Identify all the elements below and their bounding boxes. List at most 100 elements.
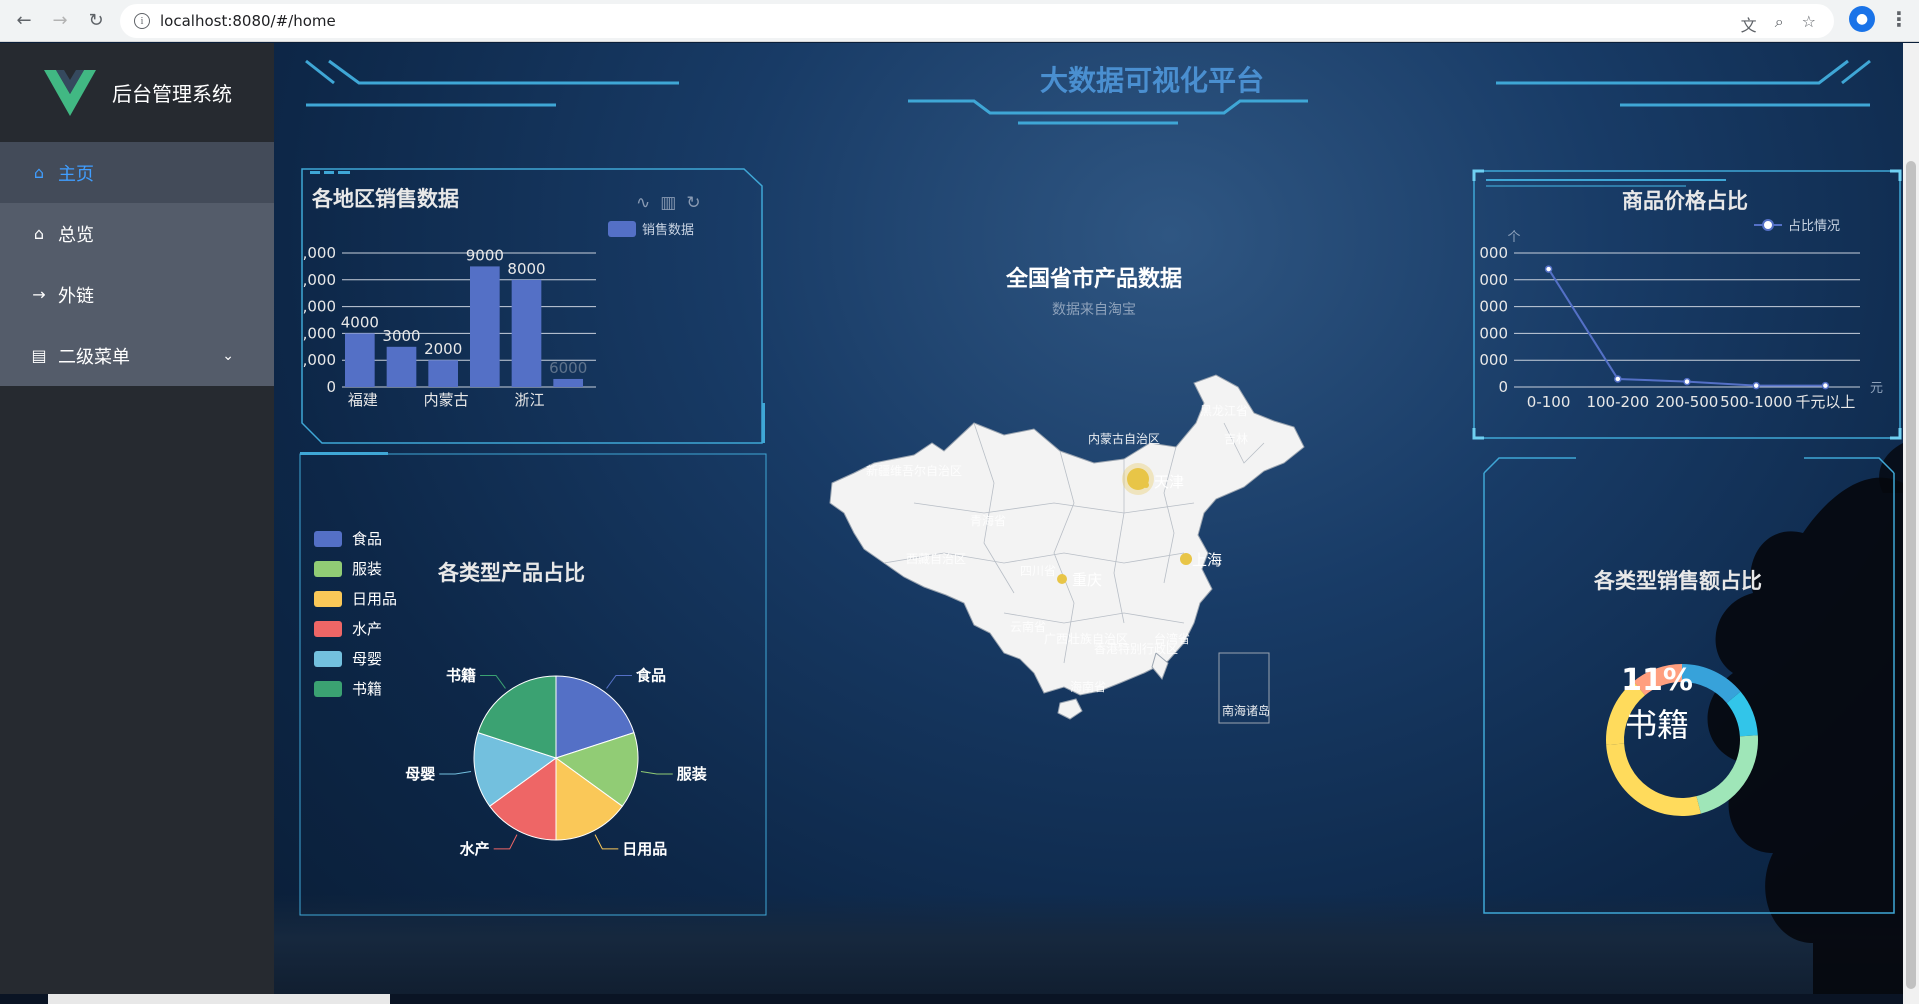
pie-legend-label: 食品 [352, 530, 383, 548]
map-province-label: 香港特别行政区 [1094, 641, 1178, 656]
bar-data-label: 3000 [382, 327, 420, 345]
line-y-tick-label: 4,000 [1478, 271, 1508, 289]
menu-item-home[interactable]: ⌂ 主页 [0, 142, 274, 203]
pie-slice-label: 食品 [636, 666, 666, 684]
line-x-tick-label: 千元以上 [1795, 393, 1855, 411]
pie-legend-item[interactable]: 食品 [314, 528, 382, 549]
map-subtitle: 数据来自淘宝 [1052, 302, 1136, 318]
map-province-label: 吉林 [1224, 432, 1248, 446]
pie-legend-item[interactable]: 服装 [314, 558, 382, 579]
pie-legend-item[interactable]: 日用品 [314, 588, 397, 609]
bar-data-label: 9000 [466, 246, 504, 264]
pie-chart-title: 各类型产品占比 [438, 561, 585, 585]
map-province-label: 四川省 [1020, 564, 1056, 578]
horizontal-scrollbar-thumb[interactable] [48, 994, 390, 1004]
brand: 后台管理系统 [0, 43, 274, 142]
translate-icon[interactable]: 文 [1741, 12, 1757, 36]
site-info-icon[interactable]: i [134, 13, 150, 29]
browser-toolbar: ← → ↻ i localhost:8080/#/home 文 ⌕ ☆ ● ⋮ [0, 0, 1919, 42]
scrollbar-thumb[interactable] [1906, 161, 1916, 989]
pie-slice-label: 母婴 [405, 765, 435, 783]
line-point [1544, 265, 1553, 273]
pie-slice-label: 书籍 [446, 666, 476, 684]
pie-legend-swatch [314, 530, 342, 547]
donut-slice [1696, 735, 1758, 814]
line-x-tick-label: 500-1000 [1720, 393, 1792, 411]
pie-chart: 食品服装日用品 水产 母婴 书籍 [405, 666, 708, 857]
map-province-label: 黑龙江省 [1200, 404, 1248, 418]
map-province-label: 新疆维吾尔自治区 [866, 463, 962, 478]
pie-label-line [439, 770, 472, 775]
line-y-tick-label: 3,000 [1478, 298, 1508, 316]
bar-mark [428, 360, 458, 387]
bar-mark [511, 279, 542, 387]
map-title: 全国省市产品数据 [1005, 267, 1182, 292]
pie-legend-swatch [314, 590, 342, 607]
address-bar[interactable]: i localhost:8080/#/home 文 ⌕ ☆ [120, 4, 1834, 38]
map-city-label: 重庆 [1072, 571, 1102, 589]
page-title: 大数据可视化平台 [1039, 64, 1264, 97]
menu-item-label: 总览 [58, 224, 94, 246]
line-chart-title: 商品价格占比 [1622, 189, 1748, 213]
line-point [1614, 375, 1622, 383]
bar-y-tick-label: 10,000 [302, 244, 336, 262]
brand-title: 后台管理系统 [112, 82, 232, 106]
bar-chart: 0 2,000 4,000 6,000 8,000 10,000 400030002000 9… [302, 244, 596, 409]
reload-button[interactable]: ↻ [80, 5, 112, 37]
line-y-tick-label: 2,000 [1478, 324, 1508, 342]
menu-item-submenu[interactable]: ▤ 二级菜单 ⌄ [0, 325, 274, 386]
map-province-label: 海南省 [1070, 679, 1106, 694]
pie-legend-item[interactable]: 书籍 [314, 678, 382, 699]
map-city-label: 天津 [1154, 473, 1184, 491]
pie-label-line [493, 834, 518, 850]
china-map[interactable]: 南海诸岛 天津 上海 重庆 黑龙江省 吉林 内蒙古自治区 新疆维吾尔自治区 青海… [824, 363, 1384, 823]
chevron-down-icon: ⌄ [222, 347, 234, 364]
donut-center-label: 书籍 [1624, 706, 1689, 744]
back-button[interactable]: ← [8, 5, 40, 37]
pie-legend-swatch [314, 560, 342, 577]
line-point [1683, 377, 1691, 386]
home-icon: ⌂ [33, 224, 45, 243]
menu-item-label: 二级菜单 [58, 346, 130, 368]
bar-data-label: 8000 [507, 260, 545, 278]
pie-legend-item[interactable]: 水产 [314, 618, 382, 639]
bar-x-tick-label: 福建 [348, 391, 378, 409]
vertical-scrollbar[interactable] [1903, 43, 1919, 1004]
line-x-tick-label: 100-200 [1586, 393, 1649, 411]
menu-item-label: 外链 [58, 285, 94, 307]
line-y-tick-label: 5,000 [1478, 244, 1508, 262]
line-y-tick-label: 0 [1498, 378, 1508, 396]
map-province-label: 青海省 [970, 513, 1006, 528]
bar-chart-icon[interactable]: ▥ [660, 193, 676, 213]
pie-legend-label: 日用品 [352, 590, 398, 608]
line-series [1547, 268, 1826, 387]
line-y-unit: 个 [1507, 230, 1520, 245]
donut-slice [1606, 743, 1701, 816]
dashboard-main: 大数据可视化平台 各地区销售数据 ∿ ▥ ↻ 销售数据 02,0004,0006… [274, 43, 1903, 1004]
menu-item-overview[interactable]: ⌂ 总览 [0, 203, 274, 264]
line-x-tick-label: 0-100 [1527, 393, 1571, 411]
line-point [1821, 381, 1830, 390]
pie-legend-swatch [314, 620, 342, 637]
map-province-label: 内蒙古自治区 [1088, 431, 1160, 446]
sidebar: 后台管理系统 ⌂ 主页 ⌂ 总览 → 外链 ▤ 二级菜单 ⌄ [0, 43, 274, 1004]
pie-slice-label: 服装 [677, 765, 708, 783]
bookmark-star-icon[interactable]: ☆ [1802, 12, 1816, 36]
zoom-icon[interactable]: ⌕ [1775, 12, 1784, 36]
bar-y-tick-label: 6,000 [302, 298, 336, 316]
url-text[interactable]: localhost:8080/#/home [160, 12, 336, 30]
forward-button[interactable]: → [44, 5, 76, 37]
line-chart-icon[interactable]: ∿ [636, 193, 650, 213]
profile-icon[interactable]: ● [1849, 6, 1875, 32]
document-icon: ▤ [31, 346, 47, 365]
bar-mark [470, 266, 500, 387]
bar-mark [345, 333, 375, 387]
menu-item-external-link[interactable]: → 外链 [0, 264, 274, 325]
pie-label-line [640, 770, 673, 775]
refresh-icon[interactable]: ↻ [686, 193, 700, 213]
pie-legend-item[interactable]: 母婴 [314, 648, 382, 669]
pie-label-line [594, 834, 619, 850]
browser-menu-icon[interactable]: ⋮ [1889, 7, 1909, 31]
line-point [1752, 381, 1760, 390]
pie-legend-swatch [314, 650, 342, 667]
